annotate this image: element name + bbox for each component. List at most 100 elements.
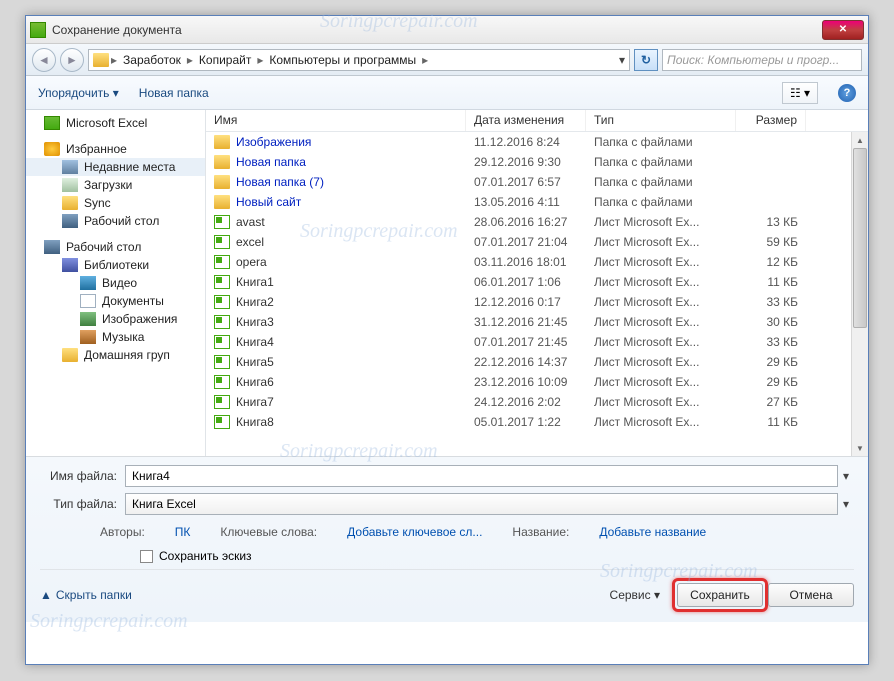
column-name[interactable]: Имя <box>206 110 466 131</box>
save-highlight: Сохранить <box>672 578 768 612</box>
sidebar-item-video[interactable]: Видео <box>26 274 205 292</box>
search-input[interactable]: Поиск: Компьютеры и прогр... <box>662 49 862 71</box>
sidebar-item-desktop[interactable]: Рабочий стол <box>26 212 205 230</box>
sidebar-item-sync[interactable]: Sync <box>26 194 205 212</box>
tags-value[interactable]: Добавьте ключевое сл... <box>347 525 482 539</box>
sidebar-item-desktop2[interactable]: Рабочий стол <box>26 238 205 256</box>
organize-button[interactable]: Упорядочить ▾ <box>38 86 119 100</box>
file-row[interactable]: Книга8 05.01.2017 1:22Лист Microsoft Ex..… <box>206 412 868 432</box>
breadcrumb-segment[interactable]: Заработок <box>119 53 185 67</box>
authors-value[interactable]: ПК <box>175 525 191 539</box>
column-size[interactable]: Размер <box>736 110 806 131</box>
file-size: 33 КБ <box>736 295 806 309</box>
breadcrumb-segment[interactable]: Копирайт <box>195 53 255 67</box>
column-date[interactable]: Дата изменения <box>466 110 586 131</box>
file-type: Лист Microsoft Ex... <box>586 375 736 389</box>
file-row[interactable]: Книга106.01.2017 1:06Лист Microsoft Ex..… <box>206 272 868 292</box>
sidebar-item-libraries[interactable]: Библиотеки <box>26 256 205 274</box>
image-icon <box>80 312 96 326</box>
cancel-button[interactable]: Отмена <box>768 583 854 607</box>
sidebar-item-downloads[interactable]: Загрузки <box>26 176 205 194</box>
excel-file-icon <box>214 375 230 389</box>
excel-file-icon <box>214 235 230 249</box>
thumbnail-checkbox[interactable] <box>140 550 153 563</box>
sidebar-item-homegroup[interactable]: Домашняя груп <box>26 346 205 364</box>
file-row[interactable]: Книга724.12.2016 2:02Лист Microsoft Ex..… <box>206 392 868 412</box>
scroll-thumb[interactable] <box>853 148 867 328</box>
window-title: Сохранение документа <box>52 23 822 37</box>
document-icon <box>80 294 96 308</box>
file-size: 59 КБ <box>736 235 806 249</box>
file-row[interactable]: excel07.01.2017 21:04Лист Microsoft Ex..… <box>206 232 868 252</box>
file-date: 07.01.2017 21:04 <box>466 235 586 249</box>
help-button[interactable]: ? <box>838 84 856 102</box>
file-row[interactable]: Новая папка (7)07.01.2017 6:57Папка с фа… <box>206 172 868 192</box>
file-row[interactable]: Новая папка29.12.2016 9:30Папка с файлам… <box>206 152 868 172</box>
close-button[interactable]: ✕ <box>822 20 864 40</box>
file-type: Лист Microsoft Ex... <box>586 295 736 309</box>
toolbar: Упорядочить ▾ Новая папка ☷ ▾ ? <box>26 76 868 110</box>
file-row[interactable]: opera03.11.2016 18:01Лист Microsoft Ex..… <box>206 252 868 272</box>
thumbnail-label: Сохранить эскиз <box>159 549 252 563</box>
file-date: 06.01.2017 1:06 <box>466 275 586 289</box>
sidebar-item-music[interactable]: Музыка <box>26 328 205 346</box>
filetype-dropdown[interactable]: ▾ <box>838 497 854 511</box>
file-type: Лист Microsoft Ex... <box>586 415 736 429</box>
folder-icon <box>214 155 230 169</box>
file-size: 11 КБ <box>736 415 806 429</box>
scroll-down-icon[interactable]: ▼ <box>852 440 868 456</box>
file-name: Книга8 <box>236 415 274 429</box>
sidebar-item-images[interactable]: Изображения <box>26 310 205 328</box>
forward-button[interactable]: ► <box>60 48 84 72</box>
file-row[interactable]: Книга331.12.2016 21:45Лист Microsoft Ex.… <box>206 312 868 332</box>
file-size: 30 КБ <box>736 315 806 329</box>
back-button[interactable]: ◄ <box>32 48 56 72</box>
file-date: 11.12.2016 8:24 <box>466 135 586 149</box>
file-size: 29 КБ <box>736 355 806 369</box>
scrollbar[interactable]: ▲ ▼ <box>851 132 868 456</box>
chevron-right-icon: ▸ <box>187 53 193 67</box>
filename-dropdown[interactable]: ▾ <box>838 469 854 483</box>
filetype-combo[interactable]: Книга Excel <box>125 493 838 515</box>
titlebar[interactable]: Сохранение документа ✕ <box>26 16 868 44</box>
sidebar-item-documents[interactable]: Документы <box>26 292 205 310</box>
hide-folders-button[interactable]: ▲ Скрыть папки <box>40 588 132 602</box>
folder-icon <box>214 195 230 209</box>
file-date: 05.01.2017 1:22 <box>466 415 586 429</box>
service-button[interactable]: Сервис ▾ <box>610 588 660 602</box>
sidebar-item-recent[interactable]: Недавние места <box>26 158 205 176</box>
file-name: Книга7 <box>236 395 274 409</box>
file-date: 28.06.2016 16:27 <box>466 215 586 229</box>
tags-label: Ключевые слова: <box>220 525 317 539</box>
file-date: 24.12.2016 2:02 <box>466 395 586 409</box>
breadcrumb-dropdown[interactable]: ▾ <box>619 53 625 67</box>
file-row[interactable]: Изображения11.12.2016 8:24Папка с файлам… <box>206 132 868 152</box>
refresh-button[interactable]: ↻ <box>634 49 658 71</box>
sidebar-item-favorites[interactable]: Избранное <box>26 140 205 158</box>
breadcrumb[interactable]: ▸ Заработок ▸ Копирайт ▸ Компьютеры и пр… <box>88 49 630 71</box>
excel-icon <box>44 116 60 130</box>
file-size: 29 КБ <box>736 375 806 389</box>
file-row[interactable]: Книга212.12.2016 0:17Лист Microsoft Ex..… <box>206 292 868 312</box>
scroll-up-icon[interactable]: ▲ <box>852 132 868 148</box>
sidebar-item-excel[interactable]: Microsoft Excel <box>26 114 205 132</box>
save-dialog: Сохранение документа ✕ ◄ ► ▸ Заработок ▸… <box>25 15 869 665</box>
file-type: Папка с файлами <box>586 175 736 189</box>
filename-input[interactable]: Книга4 <box>125 465 838 487</box>
file-row[interactable]: Новый сайт13.05.2016 4:11Папка с файлами <box>206 192 868 212</box>
file-date: 13.05.2016 4:11 <box>466 195 586 209</box>
file-row[interactable]: Книга522.12.2016 14:37Лист Microsoft Ex.… <box>206 352 868 372</box>
excel-file-icon <box>214 315 230 329</box>
file-row[interactable]: Книга407.01.2017 21:45Лист Microsoft Ex.… <box>206 332 868 352</box>
new-folder-button[interactable]: Новая папка <box>139 86 209 100</box>
save-button[interactable]: Сохранить <box>677 583 763 607</box>
breadcrumb-segment[interactable]: Компьютеры и программы <box>265 53 420 67</box>
view-button[interactable]: ☷ ▾ <box>782 82 818 104</box>
file-date: 07.01.2017 21:45 <box>466 335 586 349</box>
file-row[interactable]: avast28.06.2016 16:27Лист Microsoft Ex..… <box>206 212 868 232</box>
filename-label: Имя файла: <box>40 469 125 483</box>
title-value[interactable]: Добавьте название <box>599 525 706 539</box>
file-row[interactable]: Книга623.12.2016 10:09Лист Microsoft Ex.… <box>206 372 868 392</box>
column-type[interactable]: Тип <box>586 110 736 131</box>
file-name: Книга2 <box>236 295 274 309</box>
